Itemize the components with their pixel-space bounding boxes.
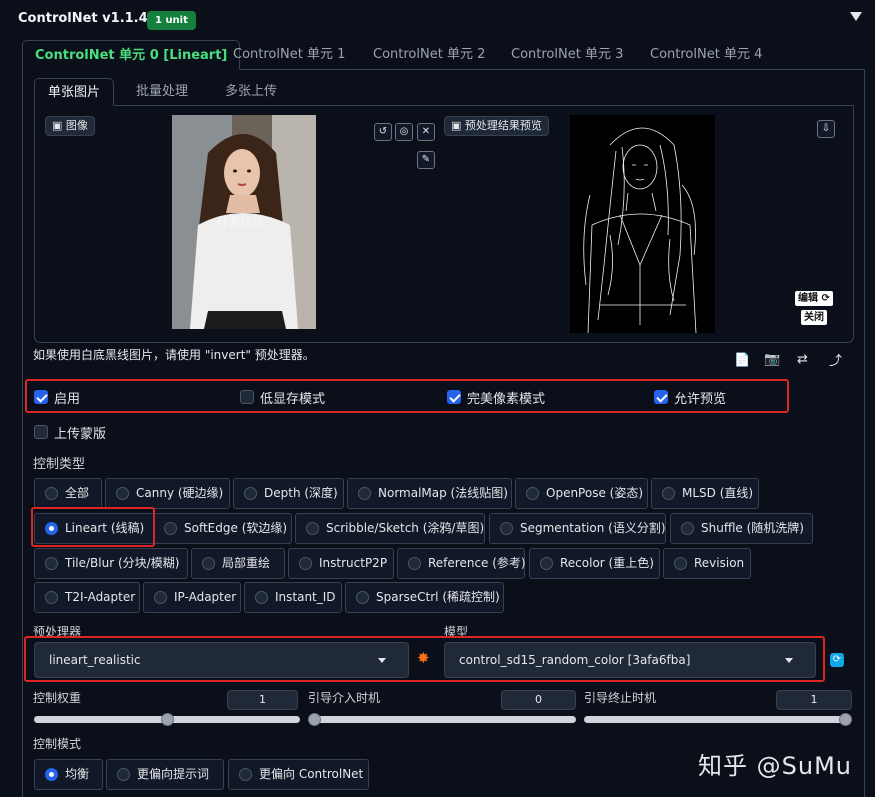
tab-unit-4[interactable]: ControlNet 单元 4: [638, 40, 774, 70]
control-type-option[interactable]: 局部重绘: [191, 548, 285, 579]
tab-unit-2[interactable]: ControlNet 单元 2: [361, 40, 497, 70]
control-mode-option[interactable]: 更偏向提示词: [106, 759, 224, 790]
low-vram-checkbox[interactable]: [240, 390, 254, 404]
image-label: ▣ 图像: [45, 116, 95, 136]
enable-label: 启用: [54, 392, 81, 407]
upload-mask-label: 上传蒙版: [54, 427, 107, 442]
unit-count-badge: 1 unit: [147, 11, 196, 30]
allow-preview-checkbox[interactable]: [654, 390, 668, 404]
close-icon[interactable]: ✕: [417, 123, 435, 141]
pixel-perfect-label: 完美像素模式: [467, 392, 546, 407]
end-slider[interactable]: [584, 713, 852, 726]
reset-icon[interactable]: ◎: [395, 123, 413, 141]
unit-tab-bar: ControlNet 单元 0 [Lineart] ControlNet 单元 …: [22, 40, 865, 70]
model-dropdown[interactable]: control_sd15_random_color [3afa6fba]: [444, 642, 816, 678]
control-type-option[interactable]: NormalMap (法线贴图): [347, 478, 512, 509]
control-type-option[interactable]: IP-Adapter: [143, 582, 241, 613]
collapse-icon[interactable]: [850, 12, 862, 21]
control-type-option[interactable]: Reference (参考): [397, 548, 526, 579]
run-preprocessor-icon[interactable]: ✸: [417, 649, 430, 667]
control-type-option[interactable]: SoftEdge (软边缘): [153, 513, 292, 544]
control-type-option[interactable]: 全部: [34, 478, 102, 509]
enable-checkbox[interactable]: [34, 390, 48, 404]
brush-icon[interactable]: ✎: [417, 151, 435, 169]
control-type-option[interactable]: Canny (硬边缘): [105, 478, 230, 509]
slider-handle[interactable]: [308, 713, 321, 726]
close-preview-button[interactable]: 关闭: [801, 310, 827, 325]
tab-unit-1[interactable]: ControlNet 单元 1: [221, 40, 357, 70]
image-tab-bar: 单张图片 批量处理 多张上传: [34, 78, 854, 106]
tab-multi-upload[interactable]: 多张上传: [212, 78, 290, 106]
control-type-option[interactable]: Depth (深度): [233, 478, 344, 509]
lineart-image: [583, 127, 697, 333]
preview-label: ▣ 预处理结果预览: [444, 116, 549, 136]
invert-hint: 如果使用白底黑线图片，请使用 "invert" 预处理器。: [33, 348, 315, 362]
allow-preview-label: 允许预览: [674, 392, 727, 407]
download-icon[interactable]: ⇩: [817, 120, 835, 138]
control-type-option[interactable]: OpenPose (姿态): [515, 478, 648, 509]
lineart-highlight: [31, 507, 155, 547]
control-type-option[interactable]: Segmentation (语义分割): [489, 513, 666, 544]
edit-icon: ⟳: [818, 293, 830, 304]
tab-unit-0[interactable]: ControlNet 单元 0 [Lineart]: [22, 40, 241, 70]
preprocessor-preview[interactable]: [570, 115, 715, 333]
swap-icon[interactable]: ⇄: [797, 352, 808, 367]
tab-single-image[interactable]: 单张图片: [34, 78, 115, 106]
control-type-option[interactable]: Recolor (重上色): [529, 548, 660, 579]
control-type-option[interactable]: Revision: [663, 548, 751, 579]
start-label: 引导介入时机: [308, 691, 381, 705]
camera-icon[interactable]: 📷: [764, 352, 780, 367]
edit-button[interactable]: 编辑 ⟳: [795, 291, 833, 306]
control-type-option[interactable]: Instant_ID: [244, 582, 342, 613]
document-icon[interactable]: 📄: [734, 353, 750, 368]
control-type-option[interactable]: Tile/Blur (分块/模糊): [34, 548, 188, 579]
control-type-option[interactable]: T2I-Adapter: [34, 582, 140, 613]
weight-slider[interactable]: [34, 713, 300, 726]
pixel-perfect-checkbox[interactable]: [447, 390, 461, 404]
low-vram-label: 低显存模式: [260, 392, 326, 407]
control-type-option[interactable]: InstructP2P: [288, 548, 394, 579]
image-area: [34, 105, 854, 343]
control-type-label: 控制类型: [33, 457, 86, 472]
weight-label: 控制权重: [33, 691, 82, 705]
send-dimensions-icon[interactable]: ⤴: [829, 350, 842, 369]
slider-handle[interactable]: [839, 713, 852, 726]
start-input[interactable]: 0: [501, 690, 576, 710]
preprocessor-dropdown[interactable]: lineart_realistic: [34, 642, 409, 678]
upload-mask-checkbox[interactable]: [34, 425, 48, 439]
start-slider[interactable]: [308, 713, 576, 726]
chevron-down-icon: [785, 658, 793, 663]
photo-watermark: 开源绘画: [216, 215, 265, 229]
tab-unit-3[interactable]: ControlNet 单元 3: [499, 40, 635, 70]
control-mode-option[interactable]: 更偏向 ControlNet: [228, 759, 369, 790]
control-type-option[interactable]: Scribble/Sketch (涂鸦/草图): [295, 513, 485, 544]
image-icon: ▣: [451, 119, 465, 132]
control-mode-label: 控制模式: [33, 737, 82, 751]
end-input[interactable]: 1: [776, 690, 852, 710]
control-type-option[interactable]: SparseCtrl (稀疏控制): [345, 582, 504, 613]
control-type-option[interactable]: Shuffle (随机洗牌): [670, 513, 813, 544]
undo-icon[interactable]: ↺: [374, 123, 392, 141]
panel-title: ControlNet v1.1.441: [18, 11, 166, 26]
control-type-option[interactable]: MLSD (直线): [651, 478, 759, 509]
image-icon: ▣: [52, 119, 66, 132]
control-mode-option-selected[interactable]: 均衡: [34, 759, 103, 790]
slider-handle[interactable]: [161, 713, 174, 726]
weight-input[interactable]: 1: [227, 690, 298, 710]
refresh-icon[interactable]: ⟳: [830, 653, 844, 667]
tab-batch[interactable]: 批量处理: [123, 78, 201, 106]
chevron-down-icon: [378, 658, 386, 663]
input-image[interactable]: 开源绘画: [172, 115, 316, 329]
end-label: 引导终止时机: [584, 691, 657, 705]
site-watermark: 知乎 @SuMu: [698, 752, 852, 780]
